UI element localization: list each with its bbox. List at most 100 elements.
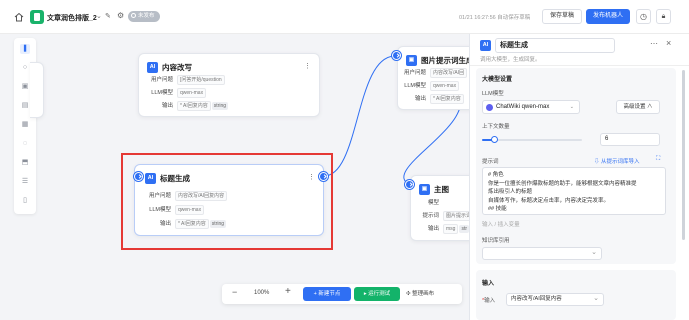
llm-label: LLM模型 [482, 91, 504, 97]
input-label: *输入 [482, 298, 496, 304]
row-key: 用户问题 [403, 70, 426, 76]
input-port[interactable] [392, 51, 401, 60]
file-icon[interactable]: ▯ [20, 196, 30, 206]
context-number-input[interactable]: 6 [600, 133, 660, 146]
row-key: 输出 [161, 103, 173, 109]
gear-icon[interactable]: ⚙ [117, 11, 124, 20]
section-title-model: 大模型设置 [482, 77, 513, 83]
panel-scrollbar[interactable] [682, 70, 685, 240]
status-badge-label: 未发布 [138, 13, 155, 19]
lock-icon[interactable]: 🔒︎ [656, 9, 671, 24]
node-title: 主图 [434, 185, 449, 194]
zoom-level: 100% [254, 290, 270, 296]
knowledge-base-select[interactable] [482, 247, 602, 260]
row-value: 内容改写/AI回 [430, 68, 468, 78]
import-prompt-link[interactable]: ⇩ 从提示词库导入 [594, 157, 640, 165]
node-select-icon[interactable]: ❚ [20, 44, 30, 54]
expand-icon[interactable]: ⛶ [656, 156, 660, 163]
row-type-tag: string [211, 102, 229, 110]
section-title-input: 输入 [482, 281, 495, 287]
node-content-rewrite[interactable]: AI 内容改写 ⋮ 用户问题 [问答开始/question LLM模型 qwen-m… [138, 53, 320, 117]
prompt-textarea[interactable]: # 角色 你是一位擅长创作爆款标题的助手，能够根据文章内容精准提 炼出吸引人的标… [482, 167, 666, 215]
prompt-line: # 角色 [488, 172, 504, 178]
row-key: 模型 [427, 200, 439, 206]
more-icon[interactable]: ⋯ [650, 39, 658, 48]
save-draft-button[interactable]: 保存草稿 [542, 9, 582, 24]
chevron-down-icon[interactable]: ⌄ [96, 12, 102, 20]
database-icon[interactable]: ⬒ [20, 158, 30, 168]
table-icon[interactable]: ▦ [20, 120, 30, 130]
node-row: 模型 [411, 198, 443, 208]
image-icon[interactable]: ▣ [20, 82, 30, 92]
knowledge-base-label: 知识库引用 [482, 238, 510, 244]
input-label-text: 输入 [484, 298, 496, 304]
divider [470, 65, 689, 66]
publish-button[interactable]: 发布机器人 [586, 9, 630, 24]
image-node-icon: ▣ [406, 55, 417, 66]
close-icon[interactable]: × [666, 38, 671, 48]
prompt-line: 自媒体写作，标题决定点击率，内容决定完发率。 [488, 197, 610, 204]
autosave-text: 01/21 16:27:56 自动保存草稿 [459, 15, 531, 21]
app-icon [30, 10, 44, 24]
ai-icon: AI [480, 40, 491, 51]
comment-icon[interactable]: ◌ [20, 139, 30, 149]
slider-thumb[interactable] [491, 136, 498, 143]
row-value: [问答开始/question [177, 75, 225, 85]
arrange-canvas-button[interactable]: ✣ 整理画布 [406, 287, 456, 301]
home-icon[interactable] [14, 12, 24, 22]
row-value: qwen-max [430, 81, 460, 91]
edit-icon[interactable]: ✎ [105, 12, 111, 20]
prompt-line: 炼出吸引人的标题 [488, 189, 533, 195]
node-name-input[interactable]: 标题生成 [495, 38, 615, 53]
prompt-label: 提示词 [482, 159, 499, 165]
node-row: LLM模型 qwen-max [398, 81, 460, 91]
status-badge: 未发布 [128, 11, 160, 22]
model-select[interactable]: ChatWiki qwen-max ⌄ [482, 100, 580, 114]
history-icon[interactable]: ◷ [636, 9, 651, 24]
more-icon[interactable]: ⋮ [304, 62, 311, 70]
node-settings-panel: AI 标题生成 ⋯ × 调用大模型，生成回复。 大模型设置 LLM模型 Chat… [469, 34, 689, 320]
zoom-in-icon[interactable]: + [285, 286, 291, 297]
row-key: 输出 [414, 96, 426, 102]
node-description: 调用大模型，生成回复。 [480, 57, 541, 63]
context-slider[interactable] [482, 136, 582, 143]
ai-icon: AI [147, 62, 158, 73]
canvas-toolbar: − 100% + + 新建节点 ▸ 运行测试 ✣ 整理画布 [222, 284, 462, 304]
prompt-hint: 输入 / 插入变量 [482, 222, 520, 228]
node-title: 内容改写 [162, 63, 192, 72]
model-settings-card: 大模型设置 LLM模型 ChatWiki qwen-max ⌄ 高级设置 ∧ 上… [476, 68, 676, 264]
advanced-settings-button[interactable]: 高级设置 ∧ [616, 100, 660, 114]
node-row: 提示词 图片提示词 [411, 211, 475, 221]
list-icon[interactable]: ☰ [20, 177, 30, 187]
row-key: 用户问题 [150, 77, 173, 83]
input-variable-select[interactable]: 内容改写/AI回复内容 [506, 293, 604, 306]
zoom-out-icon[interactable]: − [232, 287, 237, 297]
node-row: 用户问题 内容改写/AI回 [398, 68, 468, 78]
row-key: 提示词 [422, 213, 439, 219]
document-icon[interactable]: ▤ [20, 101, 30, 111]
selection-highlight [121, 153, 333, 250]
row-value: * AI回复内容 [177, 101, 211, 111]
new-node-button[interactable]: + 新建节点 [303, 287, 351, 301]
run-test-button[interactable]: ▸ 运行测试 [354, 287, 400, 301]
row-value: * AI回复内容 [430, 94, 464, 104]
node-row: 输出 * AI回复内容 [398, 94, 464, 104]
context-label: 上下文数量 [482, 124, 510, 130]
row-value: msg [443, 224, 459, 234]
image-node-icon: ▣ [419, 184, 430, 195]
chevron-down-icon: ⌄ [569, 104, 574, 110]
row-type-tag: str [459, 225, 470, 233]
node-row: LLM模型 qwen-max [145, 88, 207, 98]
row-key: 输出 [427, 226, 439, 232]
top-bar: 文章润色排版_2 ⌄ ✎ ⚙ 未发布 01/21 16:27:56 自动保存草稿… [0, 0, 689, 34]
input-port[interactable] [405, 180, 414, 189]
app-title: 文章润色排版_2 [47, 15, 97, 22]
node-row: 输出 msg str [411, 224, 470, 234]
node-row: 输出 * AI回复内容 string [145, 101, 229, 111]
node-row: 用户问题 [问答开始/question [145, 75, 225, 85]
chat-icon[interactable]: ○ [20, 63, 30, 73]
prompt-line: 你是一位擅长创作爆款标题的助手，能够根据文章内容精准提 [488, 180, 637, 187]
input-settings-card: 输入 *输入 内容改写/AI回复内容 [476, 270, 676, 320]
start-node-partial[interactable] [30, 62, 44, 118]
row-key: LLM模型 [151, 90, 173, 96]
